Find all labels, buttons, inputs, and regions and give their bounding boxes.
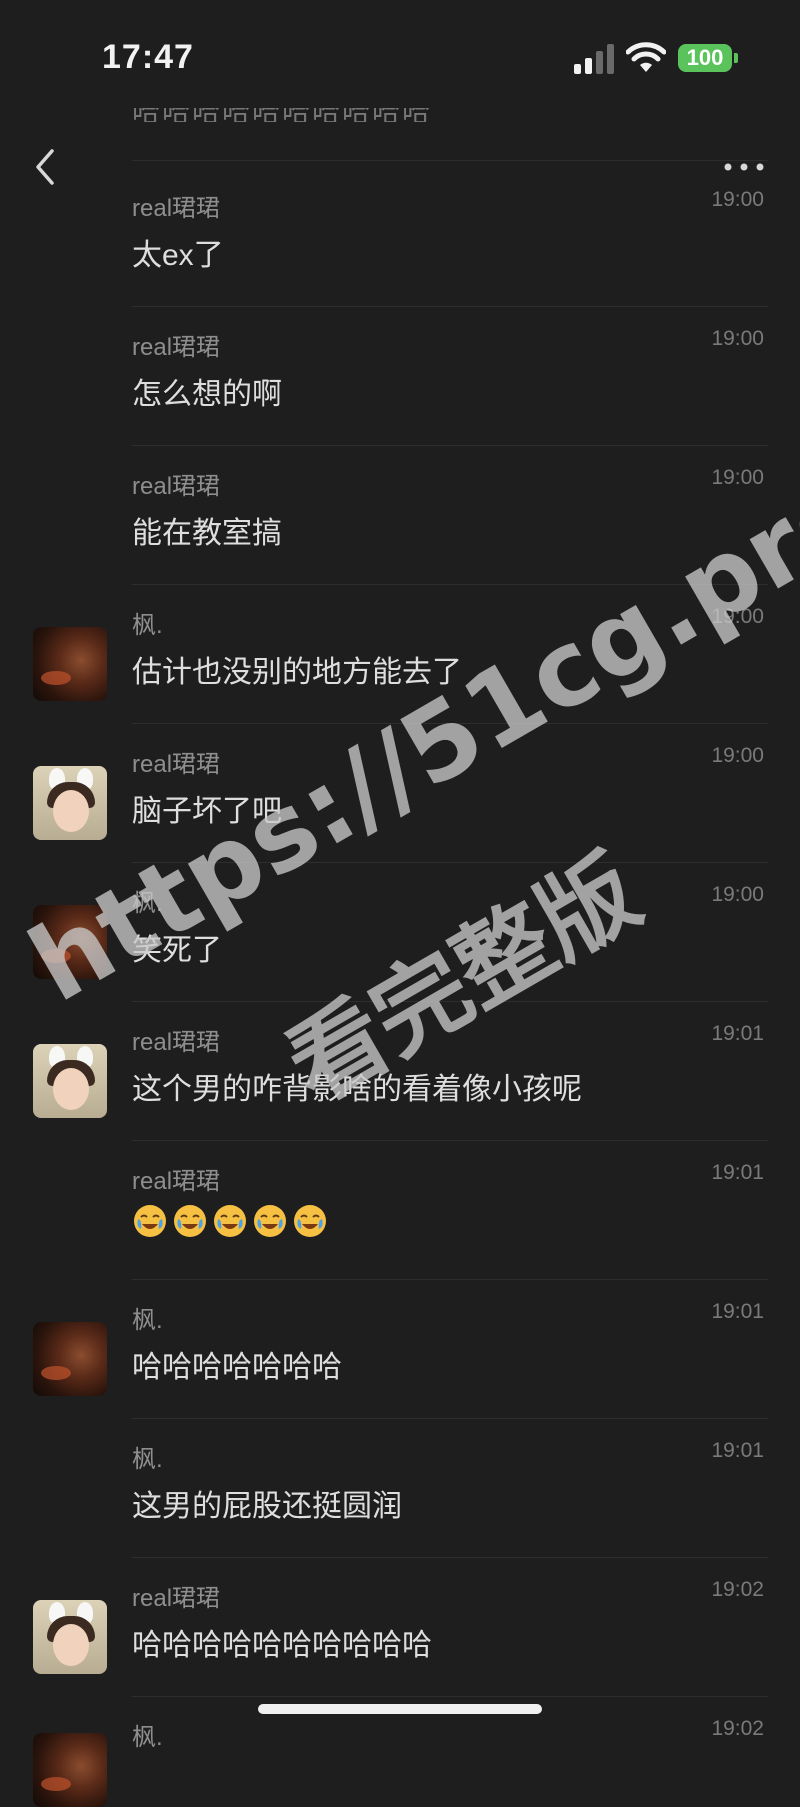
laughing-crying-emoji-icon: [212, 1203, 252, 1239]
chat-message[interactable]: 枫. 19:00 估计也没别的地方能去了: [0, 585, 800, 724]
message-text: 这个男的咋背影啥的看着像小孩呢: [132, 1073, 582, 1106]
message-text: 怎么想的啊: [132, 378, 282, 411]
sender-name: real珺珺: [132, 1168, 221, 1195]
chat-message[interactable]: real珺珺 19:00 太ex了: [0, 168, 800, 307]
wifi-icon: [626, 42, 666, 72]
message-time: 19:02: [711, 1578, 764, 1601]
chat-message[interactable]: real珺珺 19:00 怎么想的啊: [0, 307, 800, 446]
battery-icon: 100: [678, 44, 732, 72]
chat-message[interactable]: real珺珺 19:01 这个男的咋背影啥的看着像小孩呢: [0, 1002, 800, 1141]
emoji-message: [132, 1203, 332, 1239]
message-time: 19:01: [711, 1439, 764, 1462]
chat-message[interactable]: real珺珺 19:01: [0, 1141, 800, 1280]
battery-level: 100: [686, 45, 724, 70]
status-bar: 17:47 100: [0, 0, 800, 110]
divider: [132, 160, 768, 161]
chat-message[interactable]: real珺珺 19:00 能在教室搞: [0, 446, 800, 585]
message-time: 19:00: [711, 327, 764, 350]
message-time: 19:01: [711, 1300, 764, 1323]
sender-name: real珺珺: [132, 751, 221, 778]
avatar[interactable]: [33, 1322, 107, 1396]
avatar[interactable]: [33, 627, 107, 701]
message-time: 19:00: [711, 188, 764, 211]
message-text: 笑死了: [132, 934, 222, 967]
chat-message[interactable]: real珺珺 19:02 哈哈哈哈哈哈哈哈哈哈: [0, 1558, 800, 1697]
message-text: 哈哈哈哈哈哈哈哈哈哈: [132, 1629, 432, 1662]
laughing-crying-emoji-icon: [132, 1203, 172, 1239]
sender-name: real珺珺: [132, 1029, 221, 1056]
message-list: real珺珺 19:00 太ex了 real珺珺 19:00 怎么想的啊 real珺珺 19:…: [0, 168, 800, 1807]
message-time: 19:00: [711, 466, 764, 489]
laughing-crying-emoji-icon: [252, 1203, 292, 1239]
battery-tip: [734, 53, 738, 63]
chat-message-partial[interactable]: 枫. 19:02: [0, 1697, 800, 1807]
message-text: 太ex了: [132, 239, 224, 272]
avatar[interactable]: [33, 1044, 107, 1118]
laughing-crying-emoji-icon: [172, 1203, 212, 1239]
message-time: 19:00: [711, 605, 764, 628]
sender-name: real珺珺: [132, 1585, 221, 1612]
sender-name: real珺珺: [132, 473, 221, 500]
message-time: 19:01: [711, 1022, 764, 1045]
cellular-signal-icon: [574, 44, 614, 74]
sender-name: real珺珺: [132, 195, 221, 222]
chat-message[interactable]: 枫. 19:00 笑死了: [0, 863, 800, 1002]
home-indicator: [258, 1704, 542, 1714]
message-text: 这男的屁股还挺圆润: [132, 1490, 402, 1523]
message-time: 19:02: [711, 1717, 764, 1740]
avatar[interactable]: [33, 1600, 107, 1674]
sender-name: 枫.: [132, 890, 163, 917]
message-text: 估计也没别的地方能去了: [132, 656, 462, 689]
message-text: 脑子坏了吧: [132, 795, 282, 828]
chat-message[interactable]: 枫. 19:01 这男的屁股还挺圆润: [0, 1419, 800, 1558]
message-text: 能在教室搞: [132, 517, 282, 550]
avatar[interactable]: [33, 1733, 107, 1807]
sender-name: 枫.: [132, 1446, 163, 1473]
sender-name: 枫.: [132, 1307, 163, 1334]
message-time: 19:00: [711, 744, 764, 767]
message-time: 19:00: [711, 883, 764, 906]
status-time: 17:47: [102, 38, 194, 76]
avatar[interactable]: [33, 766, 107, 840]
message-time: 19:01: [711, 1161, 764, 1184]
sender-name: 枫.: [132, 1724, 163, 1751]
message-text: 哈哈哈哈哈哈哈: [132, 1351, 342, 1384]
sender-name: 枫.: [132, 612, 163, 639]
laughing-crying-emoji-icon: [292, 1203, 332, 1239]
chat-message[interactable]: real珺珺 19:00 脑子坏了吧: [0, 724, 800, 863]
sender-name: real珺珺: [132, 334, 221, 361]
partial-message-text: 哈哈哈哈哈哈哈哈哈哈: [132, 108, 502, 122]
chat-message[interactable]: 枫. 19:01 哈哈哈哈哈哈哈: [0, 1280, 800, 1419]
avatar[interactable]: [33, 905, 107, 979]
